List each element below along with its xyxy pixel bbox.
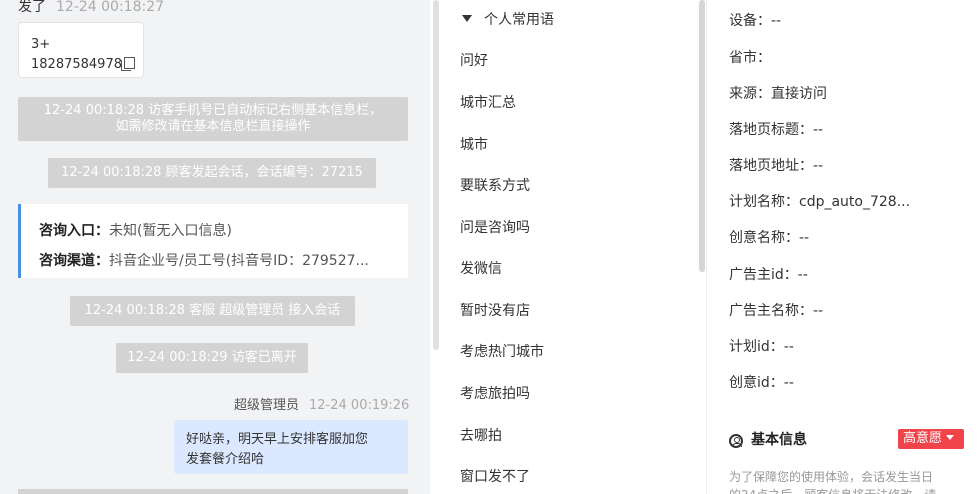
phrase-item[interactable]: 发微信	[460, 258, 502, 278]
system-message-visitor-left: 12-24 00:18:29 访客已离开	[116, 343, 308, 373]
info-row-advertiser-name: 广告主名称：--	[729, 300, 823, 320]
phrases-scrollbar[interactable]	[699, 0, 705, 272]
phrase-item[interactable]: 暂时没有店	[460, 300, 530, 320]
phrase-item[interactable]: 城市	[460, 134, 488, 154]
info-value: --	[771, 13, 782, 29]
phrase-item[interactable]: 城市汇总	[460, 92, 516, 112]
entry-info-card: 咨询入口：未知(暂无入口信息) 咨询渠道：抖音企业号/员工号(抖音号ID：279…	[18, 204, 408, 278]
info-value: --	[783, 339, 794, 355]
info-row-landing-url: 落地页地址：--	[729, 155, 823, 175]
chat-panel: 发了 12-24 00:18:27 3+ 18287584978 12-24 00…	[0, 0, 430, 494]
phrases-panel: 个人常用语 问好 城市汇总 城市 要联系方式 问是咨询吗 发微信 暂时没有店 考…	[442, 0, 700, 494]
phrase-group-title: 个人常用语	[484, 12, 554, 28]
phrase-item[interactable]: 问是咨询吗	[460, 217, 530, 237]
info-label: 落地页地址：	[729, 158, 813, 174]
info-row-source: 来源：直接访问	[729, 83, 827, 103]
agent-message-time: 12-24 00:19:26	[309, 398, 410, 413]
info-label: 创意名称：	[729, 230, 799, 246]
info-label: 广告主名称：	[729, 303, 813, 319]
notice-line: 的24点之后，顾客信息将无法修改，请	[729, 486, 965, 494]
info-value: --	[799, 230, 810, 246]
info-label: 来源：	[729, 86, 771, 102]
info-row-region: 省市：	[729, 47, 771, 67]
agent-message-bubble: 好哒亲，明天早上安排客服加您 发套餐介绍哈	[174, 420, 408, 474]
info-label: 创意id：	[729, 375, 784, 391]
info-value: --	[813, 303, 824, 319]
phone-number: 18287584978	[31, 57, 122, 72]
info-row-landing-title: 落地页标题：--	[729, 119, 823, 139]
caret-down-icon	[946, 435, 955, 440]
phrase-item[interactable]: 要联系方式	[460, 175, 530, 195]
intent-level-dropdown[interactable]: 高意愿	[898, 429, 964, 449]
phrase-item[interactable]: 考虑热门城市	[460, 341, 544, 361]
user-icon	[729, 434, 743, 448]
info-value: --	[813, 122, 824, 138]
phrase-item[interactable]: 窗口发不了	[460, 466, 530, 486]
info-value: cdp_auto_728...	[799, 194, 911, 210]
chat-scrollbar[interactable]	[433, 0, 439, 350]
bubble-line: 好哒亲，明天早上安排客服加您	[186, 432, 369, 447]
agent-message-header: 超级管理员 12-24 00:19:26	[234, 394, 409, 413]
phrase-group-toggle[interactable]: 个人常用语	[462, 9, 554, 29]
notice-line: 为了保障您的使用体验，会话发生当日	[729, 470, 934, 484]
system-message-session-start: 12-24 00:18:28 顾客发起会话，会话编号：27215	[48, 158, 376, 188]
agent-name: 超级管理员	[234, 398, 300, 413]
caret-down-icon	[462, 15, 472, 22]
basic-info-header: 基本信息	[729, 429, 807, 449]
message-text: 发了	[18, 0, 46, 15]
info-value: --	[813, 158, 824, 174]
info-row-plan-id: 计划id：--	[729, 336, 794, 356]
edit-notice: 为了保障您的使用体验，会话发生当日 的24点之后，顾客信息将无法修改，请	[729, 468, 965, 494]
system-message-line: 12-24 00:18:28 访客手机号已自动标记右侧基本信息栏，	[43, 103, 383, 118]
phrase-item[interactable]: 问好	[460, 50, 488, 70]
next-message-edge	[18, 489, 408, 494]
phrase-item[interactable]: 考虑旅拍吗	[460, 383, 530, 403]
entry-value: 未知(暂无入口信息)	[109, 223, 232, 239]
bubble-line: 发套餐介绍哈	[186, 452, 265, 467]
info-value: --	[783, 375, 794, 391]
info-value: 直接访问	[771, 86, 827, 102]
info-row-plan-name: 计划名称：cdp_auto_728...	[729, 191, 910, 211]
info-row-advertiser-id: 广告主id：--	[729, 264, 808, 284]
system-message-auto-mark: 12-24 00:18:28 访客手机号已自动标记右侧基本信息栏， 如需修改请在…	[18, 97, 408, 141]
info-label: 设备：	[729, 13, 771, 29]
channel-row: 咨询渠道：抖音企业号/员工号(抖音号ID：279527...	[39, 246, 408, 276]
chat-message-prev: 发了 12-24 00:18:27	[18, 0, 164, 16]
info-label: 省市：	[729, 50, 771, 66]
channel-value: 抖音企业号/员工号(抖音号ID：279527...	[109, 253, 369, 269]
message-time: 12-24 00:18:27	[56, 0, 165, 15]
info-label: 广告主id：	[729, 267, 798, 283]
info-row-creative-id: 创意id：--	[729, 372, 794, 392]
phone-card: 3+ 18287584978	[18, 22, 144, 78]
channel-label: 咨询渠道：	[39, 253, 109, 269]
phone-prefix: 3+	[31, 37, 51, 52]
info-value: --	[797, 267, 808, 283]
intent-level-label: 高意愿	[903, 431, 943, 446]
copy-icon[interactable]	[120, 57, 135, 71]
phrase-item[interactable]: 去哪拍	[460, 425, 502, 445]
entry-label: 咨询入口：	[39, 223, 109, 239]
basic-info-title: 基本信息	[751, 432, 807, 448]
info-row-device: 设备：--	[729, 10, 781, 30]
info-row-creative-name: 创意名称：--	[729, 227, 809, 247]
entry-row: 咨询入口：未知(暂无入口信息)	[39, 216, 408, 246]
system-message-line: 如需修改请在基本信息栏直接操作	[115, 119, 311, 134]
info-label: 计划id：	[729, 339, 784, 355]
info-label: 落地页标题：	[729, 122, 813, 138]
info-label: 计划名称：	[729, 194, 799, 210]
system-message-agent-join: 12-24 00:18:28 客服 超级管理员 接入会话	[70, 296, 355, 326]
visitor-info-panel: 设备：-- 省市： 来源：直接访问 落地页标题：-- 落地页地址：-- 计划名称…	[706, 0, 978, 494]
